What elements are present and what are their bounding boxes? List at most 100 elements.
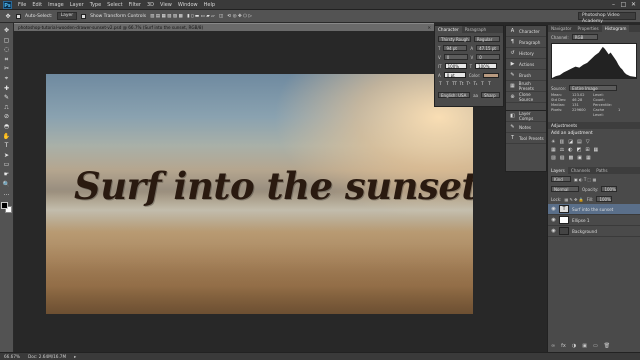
panel-brush-presets[interactable]: ▦ Brush Presets <box>506 81 546 92</box>
channel-select[interactable]: RGB <box>571 34 598 40</box>
curves-icon[interactable]: ◪ <box>568 139 573 145</box>
faux-italic-button[interactable]: T <box>445 81 450 86</box>
language-select[interactable]: English: USA <box>438 92 471 98</box>
channel-mixer-icon[interactable]: ⊞ <box>585 147 589 153</box>
path-select-tool-icon[interactable]: ➤ <box>3 152 11 159</box>
link-layers-icon[interactable]: ∞ <box>551 343 555 349</box>
headline-text-layer[interactable]: Surf into the sunset. <box>74 164 473 208</box>
tab-navigator[interactable]: Navigator <box>548 25 575 32</box>
document-canvas[interactable]: Surf into the sunset. <box>46 74 473 314</box>
menu-view[interactable]: View <box>160 2 172 8</box>
black-white-icon[interactable]: ◐ <box>568 147 572 153</box>
brush-tool-icon[interactable]: ✎ <box>3 94 11 101</box>
more-tools-icon[interactable]: … <box>3 190 11 197</box>
color-balance-icon[interactable]: ⚖ <box>560 147 564 153</box>
panel-clone-source[interactable]: ⊕ Clone Source <box>506 92 546 103</box>
visibility-eye-icon[interactable]: ◉ <box>551 206 556 212</box>
panel-history[interactable]: ↺ History <box>506 48 546 59</box>
tab-layers[interactable]: Layers <box>548 167 568 174</box>
menu-type[interactable]: Type <box>90 2 101 8</box>
crop-tool-icon[interactable]: ✂ <box>3 65 11 72</box>
brightness-icon[interactable]: ☀ <box>551 139 555 145</box>
levels-icon[interactable]: ▥ <box>559 139 564 145</box>
type-tool-icon[interactable]: T <box>3 142 11 149</box>
underline-button[interactable]: T <box>480 81 485 86</box>
auto-select-dropdown[interactable]: Layer <box>56 12 78 20</box>
panel-tool-presets[interactable]: T Tool Presets <box>506 133 546 144</box>
faux-bold-button[interactable]: T <box>438 81 443 86</box>
panel-brush[interactable]: ✎ Brush <box>506 70 546 81</box>
move-tool-icon[interactable]: ✥ <box>4 13 12 20</box>
tracking-field[interactable]: 0 <box>476 54 500 60</box>
selective-color-icon[interactable]: ▣ <box>577 155 582 161</box>
subscript-button[interactable]: T₁ <box>473 81 478 86</box>
panel-actions[interactable]: ▶ Actions <box>506 59 546 70</box>
workspace-switcher[interactable]: Photoshop Video Academy <box>578 12 636 24</box>
delete-layer-icon[interactable]: 🗑 <box>604 343 610 349</box>
lasso-tool-icon[interactable]: ◌ <box>3 46 11 53</box>
pointer-hand-icon[interactable]: ☛ <box>3 171 11 178</box>
threshold-icon[interactable]: ▩ <box>568 155 573 161</box>
menu-layer[interactable]: Layer <box>70 2 84 8</box>
text-color-swatch[interactable] <box>483 72 500 78</box>
small-caps-button[interactable]: Tt <box>459 81 464 86</box>
document-tab[interactable]: photoshop-tutorial-wooden-drawer-sunset-… <box>14 23 434 31</box>
close-icon[interactable]: ✕ <box>630 1 637 8</box>
leading-field[interactable]: 47.15 pt <box>476 45 500 51</box>
close-icon[interactable]: ✕ <box>427 24 431 31</box>
baseline-shift-field[interactable]: 0 pt <box>443 72 466 78</box>
layer-row[interactable]: ◉ Ellipse 1 <box>548 215 640 226</box>
tab-paragraph[interactable]: Paragraph <box>462 26 489 33</box>
posterize-icon[interactable]: ▧ <box>560 155 565 161</box>
eraser-tool-icon[interactable]: ⊘ <box>3 113 11 120</box>
panel-paragraph[interactable]: ¶ Paragraph <box>506 37 546 48</box>
hue-saturation-icon[interactable]: ▦ <box>551 147 556 153</box>
dodge-tool-icon[interactable]: ◓ <box>3 123 11 130</box>
panel-notes[interactable]: ✎ Notes <box>506 122 546 133</box>
tab-histogram[interactable]: Histogram <box>601 25 630 32</box>
shape-tool-icon[interactable]: ▭ <box>3 161 11 168</box>
visibility-eye-icon[interactable]: ◉ <box>551 217 556 223</box>
eyedropper-tool-icon[interactable]: ⌖ <box>3 75 11 82</box>
layer-style-icon[interactable]: fx <box>561 343 566 349</box>
menu-filter[interactable]: Filter <box>129 2 141 8</box>
gradient-map-icon[interactable]: ▦ <box>586 155 591 161</box>
lock-icons[interactable]: ▦ ✎ ✥ 🔒 <box>564 197 583 202</box>
tab-paths[interactable]: Paths <box>593 167 610 174</box>
superscript-button[interactable]: T¹ <box>466 81 471 86</box>
tab-channels[interactable]: Channels <box>568 167 593 174</box>
zoom-level[interactable]: 66.67% <box>4 353 20 360</box>
minimize-icon[interactable]: – <box>610 1 617 8</box>
opacity-field[interactable]: 100% <box>601 186 618 192</box>
invert-icon[interactable]: ▨ <box>551 155 556 161</box>
zoom-tool-icon[interactable]: 🔍 <box>3 181 11 188</box>
blend-mode-select[interactable]: Normal <box>551 186 579 192</box>
vibrance-icon[interactable]: ▽ <box>586 139 590 145</box>
menu-select[interactable]: Select <box>107 2 122 8</box>
healing-tool-icon[interactable]: ✚ <box>3 85 11 92</box>
foreground-color-swatch[interactable] <box>1 201 8 209</box>
font-style-select[interactable]: Regular <box>473 36 500 42</box>
status-menu-icon[interactable]: ▸ <box>74 353 76 360</box>
layer-row[interactable]: ◉ T Surf into the sunset <box>548 204 640 215</box>
tab-properties[interactable]: Properties <box>575 25 602 32</box>
filter-icons[interactable]: ▣ ◐ T ⬚ ▦ <box>574 177 596 182</box>
strikethrough-button[interactable]: T <box>487 81 492 86</box>
align-icons[interactable]: ▥ ▤ ▦ ▧ ▨ ▩ ▮ ▯ ▬ ▭ ▰ ▱ ◫ ⟲ ◎ ✥ ⬡ ▷ <box>150 14 252 19</box>
hand-tool-icon[interactable]: ✋ <box>3 133 11 140</box>
font-size-field[interactable]: 94 pt <box>443 45 468 51</box>
panel-layer-comps[interactable]: ◧ Layer Comps <box>506 111 546 122</box>
kerning-field[interactable]: 0 <box>443 54 468 60</box>
menu-window[interactable]: Window <box>178 2 198 8</box>
marquee-tool-icon[interactable]: ▢ <box>3 37 11 44</box>
maximize-icon[interactable]: □ <box>620 1 627 8</box>
horizontal-scale-field[interactable]: 100% <box>475 63 498 69</box>
exposure-icon[interactable]: ▤ <box>577 139 582 145</box>
menu-edit[interactable]: Edit <box>32 2 42 8</box>
menu-image[interactable]: Image <box>48 2 64 8</box>
visibility-eye-icon[interactable]: ◉ <box>551 228 556 234</box>
all-caps-button[interactable]: TT <box>452 81 457 86</box>
panel-character[interactable]: A Character <box>506 26 546 37</box>
new-layer-icon[interactable]: ▭ <box>593 343 598 349</box>
antialias-select[interactable]: Sharp <box>481 92 500 98</box>
